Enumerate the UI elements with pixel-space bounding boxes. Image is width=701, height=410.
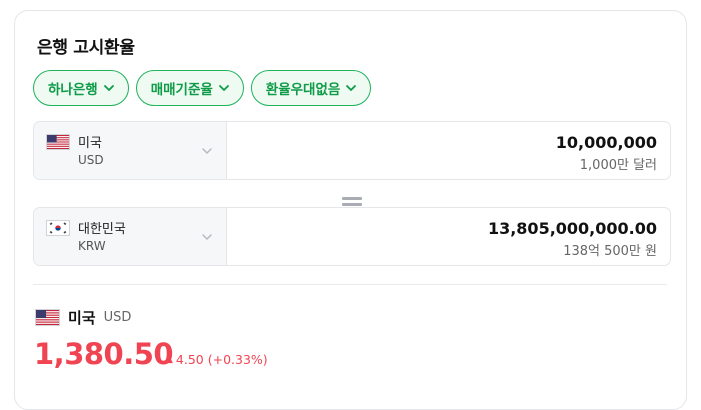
bank-filter-chip[interactable]: 하나은행 xyxy=(33,70,129,106)
to-currency-select[interactable]: 대한민국 KRW xyxy=(34,208,227,265)
from-country-name: 미국 xyxy=(78,136,102,151)
exchange-rate-value: 1,380.50 xyxy=(34,337,174,371)
chevron-down-icon xyxy=(202,234,212,240)
divider xyxy=(33,284,667,285)
exchange-rate-card: 은행 고시환율 하나은행 매매기준율 환율우대없음 미국 USD 10,000,… xyxy=(14,10,687,410)
to-currency-code: KRW xyxy=(78,239,106,253)
filter-chips: 하나은행 매매기준율 환율우대없음 xyxy=(33,70,372,106)
chevron-down-icon xyxy=(218,85,229,91)
rate-change-value: 4.50 (+0.33%) xyxy=(175,352,268,367)
preferential-rate-filter-chip[interactable]: 환율우대없음 xyxy=(250,70,372,106)
rate-country-name: 미국 xyxy=(68,309,96,327)
preferential-rate-filter-label: 환율우대없음 xyxy=(265,82,341,98)
equals-icon xyxy=(342,197,362,207)
from-currency-code: USD xyxy=(78,153,104,167)
bank-filter-label: 하나은행 xyxy=(48,82,98,98)
to-country-name: 대한민국 xyxy=(78,222,126,237)
chevron-down-icon xyxy=(103,85,114,91)
chevron-down-icon xyxy=(346,85,357,91)
from-currency-row: 미국 USD 10,000,000 1,000만 달러 xyxy=(33,121,671,180)
rate-header: 미국 USD xyxy=(35,307,131,328)
up-triangle-icon: ▲ xyxy=(166,354,173,365)
rate-change: ▲ 4.50 (+0.33%) xyxy=(166,352,268,367)
card-title: 은행 고시환율 xyxy=(37,38,135,58)
from-amount-input[interactable]: 10,000,000 xyxy=(556,133,657,152)
chevron-down-icon xyxy=(202,148,212,154)
from-amount-text: 1,000만 달러 xyxy=(579,158,657,173)
from-currency-select[interactable]: 미국 USD xyxy=(34,122,227,179)
us-flag-icon xyxy=(35,309,60,326)
us-flag-icon xyxy=(46,134,70,150)
rate-type-filter-chip[interactable]: 매매기준율 xyxy=(135,70,244,106)
rate-type-filter-label: 매매기준율 xyxy=(150,82,213,98)
rate-currency-code: USD xyxy=(103,310,132,325)
to-amount-text: 138억 500만 원 xyxy=(563,244,657,259)
to-currency-row: 대한민국 KRW 13,805,000,000.00 138억 500만 원 xyxy=(33,207,671,266)
kr-flag-icon xyxy=(46,220,70,236)
to-amount-input[interactable]: 13,805,000,000.00 xyxy=(488,219,657,238)
